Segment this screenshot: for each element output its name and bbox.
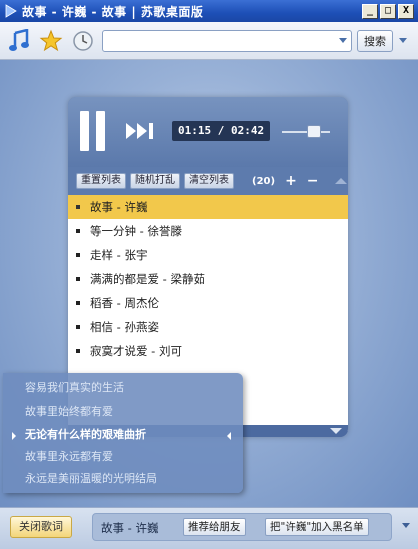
close-lyrics-button[interactable]: 关闭歌词: [10, 516, 72, 538]
lyric-marker-icon: [227, 432, 231, 440]
lyric-line: 永远是美丽温暖的光明结局: [25, 472, 157, 485]
playlist-toolbar: 重置列表 随机打乱 清空列表 (20) + −: [68, 167, 348, 195]
title-bar: 故事 - 许巍 - 故事 | 苏歌桌面版 _ □ X: [0, 0, 418, 22]
music-note-icon[interactable]: [6, 28, 32, 54]
clock-icon[interactable]: [70, 28, 96, 54]
blacklist-button[interactable]: 把"许巍"加入黑名单: [265, 518, 369, 536]
song-item[interactable]: 满满的都是爱 - 梁静茹: [68, 267, 348, 291]
time-separator: /: [211, 124, 231, 137]
window-title: 故事 - 许巍 - 故事 | 苏歌桌面版: [22, 4, 204, 19]
add-song-button[interactable]: +: [285, 174, 297, 188]
song-item[interactable]: 寂寞才说爱 - 刘可: [68, 339, 348, 363]
current-time: 01:15: [178, 124, 212, 137]
song-title: 走样 - 张宇: [90, 248, 148, 262]
song-title: 寂寞才说爱 - 刘可: [90, 344, 182, 358]
lyric-line: 故事里始终都有爱: [25, 405, 113, 418]
close-button[interactable]: X: [398, 3, 414, 19]
now-playing-bar: 故事 - 许巍 推荐给朋友 把"许巍"加入黑名单: [92, 513, 392, 541]
lyric-line: 故事里永远都有爱: [25, 450, 113, 463]
song-item[interactable]: 稻香 - 周杰伦: [68, 291, 348, 315]
lyric-line-current: 无论有什么样的艰难曲折: [25, 428, 146, 441]
song-title: 相信 - 孙燕姿: [90, 320, 159, 334]
pause-button[interactable]: [80, 111, 106, 151]
song-item[interactable]: 相信 - 孙燕姿: [68, 315, 348, 339]
main-area: 01:15 / 02:42 重置列表 随机打乱 清空列表 (20) + − 故事…: [0, 60, 418, 507]
chevron-down-icon[interactable]: [399, 38, 407, 43]
song-title: 稻香 - 周杰伦: [90, 296, 159, 310]
song-item[interactable]: 等一分钟 - 徐誉滕: [68, 219, 348, 243]
chevron-down-icon[interactable]: [339, 37, 347, 43]
clear-list-button[interactable]: 清空列表: [184, 173, 234, 189]
reset-list-button[interactable]: 重置列表: [76, 173, 126, 189]
lyric-line: 容易我们真实的生活: [25, 381, 124, 394]
chevron-up-icon[interactable]: [334, 178, 347, 184]
recommend-button[interactable]: 推荐给朋友: [183, 518, 246, 536]
bottom-bar: 关闭歌词 故事 - 许巍 推荐给朋友 把"许巍"加入黑名单: [0, 507, 418, 549]
maximize-button[interactable]: □: [380, 3, 396, 19]
playback-controls: 01:15 / 02:42: [68, 97, 348, 167]
search-button[interactable]: 搜索: [357, 29, 393, 52]
toolbar: 搜索: [0, 22, 418, 60]
volume-knob[interactable]: [307, 125, 321, 138]
lyric-marker-icon: [12, 432, 16, 440]
next-icon[interactable]: [126, 121, 158, 141]
search-box: [102, 29, 352, 52]
song-item[interactable]: 故事 - 许巍: [68, 195, 348, 219]
shuffle-button[interactable]: 随机打乱: [130, 173, 180, 189]
chevron-down-icon[interactable]: [330, 428, 342, 434]
time-display: 01:15 / 02:42: [172, 121, 271, 141]
now-playing-title: 故事 - 许巍: [101, 521, 159, 535]
minimize-button[interactable]: _: [362, 3, 378, 19]
lyrics-panel: 容易我们真实的生活 故事里始终都有爱 无论有什么样的艰难曲折 故事里永远都有爱 …: [3, 373, 243, 493]
song-title: 故事 - 许巍: [90, 200, 148, 214]
volume-slider[interactable]: [282, 125, 330, 138]
remove-song-button[interactable]: −: [307, 174, 319, 188]
song-count: (20): [252, 175, 276, 187]
star-icon[interactable]: [38, 28, 64, 54]
app-icon: [5, 4, 17, 18]
song-item[interactable]: 走样 - 张宇: [68, 243, 348, 267]
song-title: 满满的都是爱 - 梁静茹: [90, 272, 205, 286]
chevron-down-icon[interactable]: [402, 523, 410, 528]
search-input[interactable]: [103, 30, 333, 51]
total-time: 02:42: [231, 124, 265, 137]
song-title: 等一分钟 - 徐誉滕: [90, 224, 182, 238]
